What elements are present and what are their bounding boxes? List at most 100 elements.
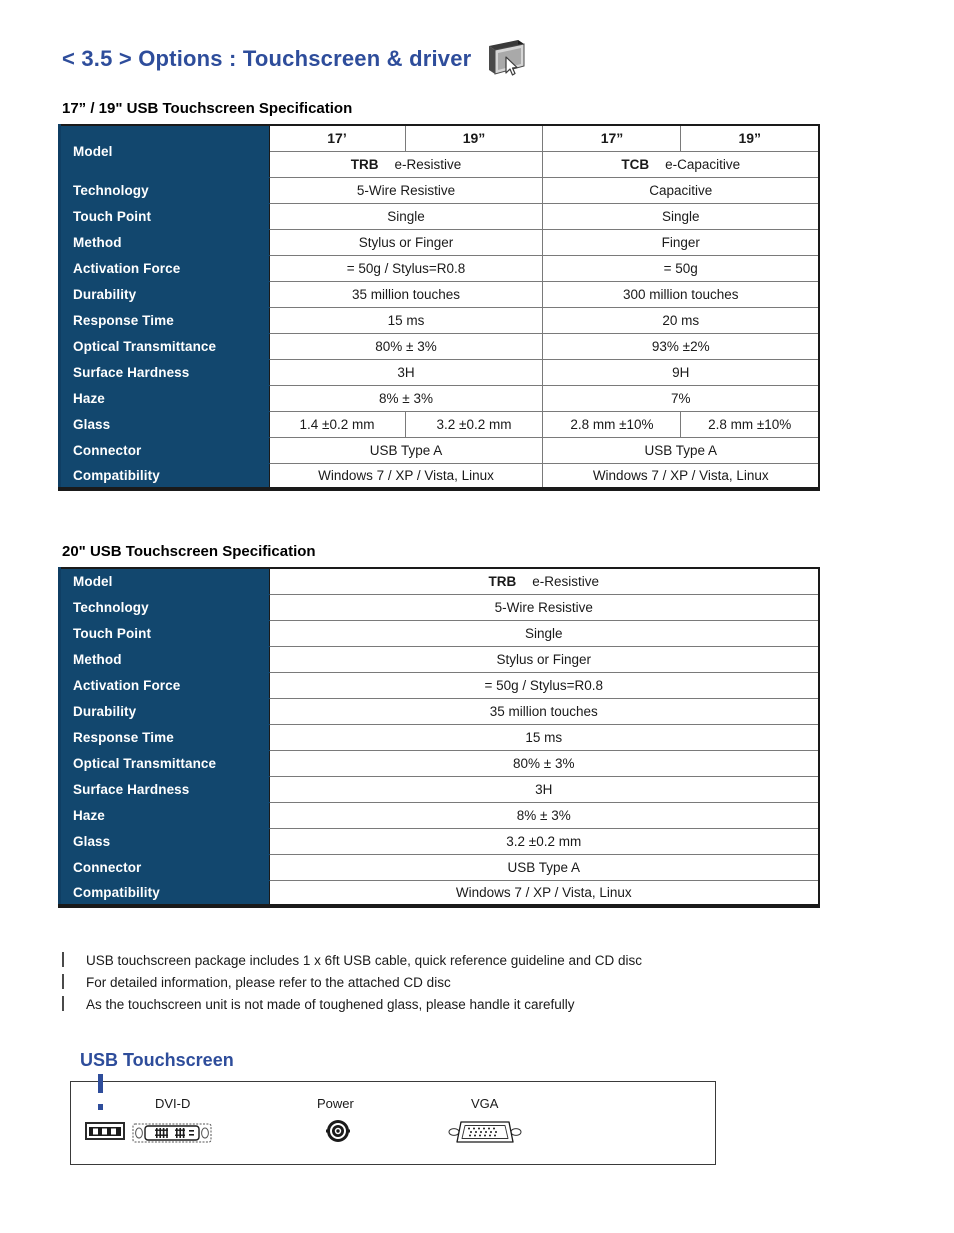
bullet-icon: [62, 974, 64, 989]
spec-table-2-body: Model TRB e-Resistive Technology 5-Wire R…: [59, 567, 820, 907]
table-row: Connector USB Type A: [59, 853, 820, 881]
row-value-left: Stylus or Finger: [268, 228, 544, 256]
table-row: Durability 35 million touches: [59, 697, 820, 725]
table-row: Compatibility Windows 7 / XP / Vista, Li…: [59, 879, 820, 907]
row-label: Haze: [59, 384, 270, 412]
model-brand: TRB: [488, 573, 517, 589]
row-value-left: 3H: [268, 358, 544, 386]
row-label: Technology: [59, 176, 270, 204]
row-label: Surface Hardness: [59, 775, 270, 803]
size-header-2: 19”: [404, 124, 544, 152]
row-value-right: 93% ±2%: [542, 332, 820, 360]
row-value: Stylus or Finger: [268, 645, 820, 673]
model-value: TRB e-Resistive: [268, 567, 820, 595]
row-value-left: Single: [268, 202, 544, 230]
row-value: Windows 7 / XP / Vista, Linux: [268, 879, 820, 907]
table-row: Activation Force = 50g / Stylus=R0.8 = 5…: [59, 254, 820, 282]
table-row-glass: Glass 1.4 ±0.2 mm 3.2 ±0.2 mm 2.8 mm ±10…: [59, 410, 820, 438]
row-value-right: 7%: [542, 384, 820, 412]
model-left-brand: TRB: [350, 156, 379, 172]
touchscreen-monitor-cursor-icon: [485, 38, 527, 80]
glass-value-4: 2.8 mm ±10%: [680, 410, 820, 438]
row-value-left: 15 ms: [268, 306, 544, 334]
row-label: Response Time: [59, 306, 270, 334]
row-label: Optical Transmittance: [59, 749, 270, 777]
row-label: Response Time: [59, 723, 270, 751]
section-title-17-19: 17” / 19" USB Touchscreen Specification: [62, 100, 353, 117]
table-row-model: Model TRB e-Resistive: [59, 567, 820, 595]
row-value-left: = 50g / Stylus=R0.8: [268, 254, 544, 282]
page-title: < 3.5 > Options : Touchscreen & driver: [62, 46, 472, 71]
note-text: USB touchscreen package includes 1 x 6ft…: [86, 953, 643, 968]
table-row: Technology 5-Wire Resistive Capacitive: [59, 176, 820, 204]
row-label: Method: [59, 228, 270, 256]
row-label: Activation Force: [59, 671, 270, 699]
row-value-left: Windows 7 / XP / Vista, Linux: [268, 462, 544, 490]
row-value: 3H: [268, 775, 820, 803]
page-header: < 3.5 > Options : Touchscreen & driver: [0, 0, 954, 80]
row-value-right: 9H: [542, 358, 820, 386]
table-row: Durability 35 million touches 300 millio…: [59, 280, 820, 308]
table-row: Glass 3.2 ±0.2 mm: [59, 827, 820, 855]
row-value-right: Finger: [542, 228, 820, 256]
document-page: < 3.5 > Options : Touchscreen & driver 1…: [0, 0, 954, 1233]
row-label: Compatibility: [59, 879, 270, 907]
table-row: Activation Force = 50g / Stylus=R0.8: [59, 671, 820, 699]
table-row: Connector USB Type A USB Type A: [59, 436, 820, 464]
row-value-right: Capacitive: [542, 176, 820, 204]
row-label: Glass: [59, 827, 270, 855]
bullet-icon: [62, 996, 64, 1011]
glass-value-2: 3.2 ±0.2 mm: [404, 410, 544, 438]
row-label: Haze: [59, 801, 270, 829]
table-row: Surface Hardness 3H 9H: [59, 358, 820, 386]
row-label: Optical Transmittance: [59, 332, 270, 360]
list-item: USB touchscreen package includes 1 x 6ft…: [62, 950, 822, 972]
list-item: For detailed information, please refer t…: [62, 972, 822, 994]
model-left-kind: e-Resistive: [394, 156, 462, 172]
dvi-d-connector-icon: [132, 1122, 212, 1149]
dc-power-jack-icon: [325, 1118, 351, 1149]
usb-port-icon: [85, 1122, 125, 1145]
spec-table-1-wrap: Model 17’ 19” 17” 19” TRB e-Resistive TCB…: [58, 124, 820, 491]
size-header-4: 19”: [680, 124, 820, 152]
notes-list: USB touchscreen package includes 1 x 6ft…: [62, 950, 822, 1016]
note-text: As the touchscreen unit is not made of t…: [86, 997, 575, 1012]
table-row: Response Time 15 ms 20 ms: [59, 306, 820, 334]
size-header-1: 17’: [268, 124, 406, 152]
spec-table-1-body: Model 17’ 19” 17” 19” TRB e-Resistive TCB…: [59, 124, 820, 490]
glass-value-3: 2.8 mm ±10%: [542, 410, 682, 438]
row-label: Touch Point: [59, 202, 270, 230]
port-label-power: Power: [317, 1096, 354, 1111]
spec-table-2-wrap: Model TRB e-Resistive Technology 5-Wire R…: [58, 567, 820, 908]
port-label-dvi-d: DVI-D: [155, 1096, 191, 1111]
row-value-left: USB Type A: [268, 436, 544, 464]
table-row: Optical Transmittance 80% ± 3%: [59, 749, 820, 777]
model-left: TRB e-Resistive: [268, 150, 544, 178]
row-label: Activation Force: [59, 254, 270, 282]
row-label: Touch Point: [59, 619, 270, 647]
row-label: Glass: [59, 410, 270, 438]
io-panel-diagram: DVI-D Power VGA: [70, 1074, 716, 1165]
usb-port-marker-dot-icon: [98, 1104, 103, 1110]
table-row: Response Time 15 ms: [59, 723, 820, 751]
row-label: Connector: [59, 853, 270, 881]
table-row: Haze 8% ± 3%: [59, 801, 820, 829]
row-label: Surface Hardness: [59, 358, 270, 386]
table-row: Optical Transmittance 80% ± 3% 93% ±2%: [59, 332, 820, 360]
usb-touchscreen-heading: USB Touchscreen: [80, 1050, 234, 1070]
table-row: Touch Point Single: [59, 619, 820, 647]
model-right: TCB e-Capacitive: [542, 150, 820, 178]
table-row: Method Stylus or Finger: [59, 645, 820, 673]
spec-table-20: Model TRB e-Resistive Technology 5-Wire R…: [58, 567, 820, 908]
row-value-left: 5-Wire Resistive: [268, 176, 544, 204]
table-row: Surface Hardness 3H: [59, 775, 820, 803]
row-label-model: Model: [59, 124, 270, 178]
spec-table-17-19: Model 17’ 19” 17” 19” TRB e-Resistive TCB…: [58, 124, 820, 491]
row-value: 3.2 ±0.2 mm: [268, 827, 820, 855]
table-row: Technology 5-Wire Resistive: [59, 593, 820, 621]
row-value-right: Windows 7 / XP / Vista, Linux: [542, 462, 820, 490]
row-value: USB Type A: [268, 853, 820, 881]
row-label: Durability: [59, 280, 270, 308]
row-value-right: 20 ms: [542, 306, 820, 334]
port-label-vga: VGA: [471, 1096, 499, 1111]
